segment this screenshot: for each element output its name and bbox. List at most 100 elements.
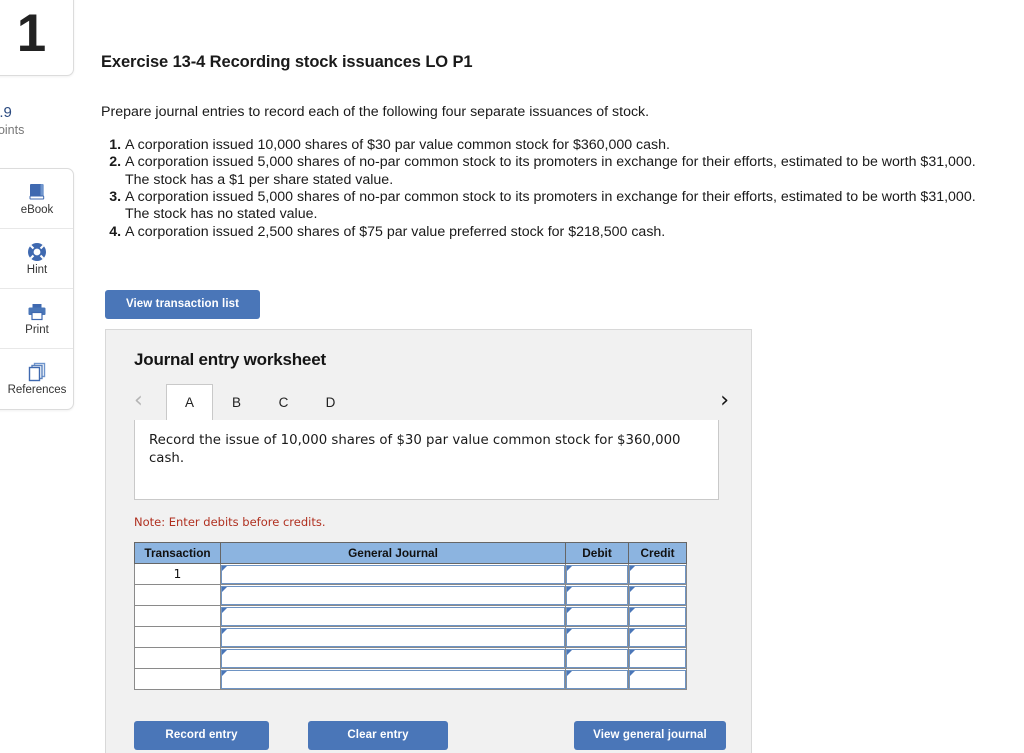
exercise-title: Exercise 13-4 Recording stock issuances … (101, 53, 473, 71)
cell-debit[interactable] (565, 563, 629, 585)
cell-credit[interactable] (628, 584, 687, 606)
tool-print[interactable]: Print (0, 289, 73, 349)
list-item: A corporation issued 5,000 shares of no-… (125, 154, 991, 189)
issuance-list: A corporation issued 10,000 shares of $3… (101, 137, 991, 241)
tool-hint[interactable]: Hint (0, 229, 73, 289)
cell-transaction: 1 (134, 563, 221, 585)
cell-transaction (134, 668, 221, 690)
question-number-card: 1 (0, 0, 74, 76)
cell-debit[interactable] (565, 668, 629, 690)
cell-general-journal[interactable] (220, 584, 566, 606)
col-credit: Credit (628, 542, 687, 564)
debit-input[interactable] (566, 648, 628, 668)
tab-d[interactable]: D (307, 384, 354, 420)
journal-entry-table: Transaction General Journal Debit Credit… (134, 542, 687, 690)
credit-input[interactable] (629, 585, 686, 605)
worksheet-description: Record the issue of 10,000 shares of $30… (149, 433, 681, 466)
credit-input[interactable] (629, 669, 686, 689)
debit-input[interactable] (566, 585, 628, 605)
tool-print-label: Print (25, 323, 49, 336)
cell-debit[interactable] (565, 626, 629, 648)
exercise-prompt: Prepare journal entries to record each o… (101, 104, 650, 120)
table-row (134, 605, 687, 627)
table-row: 1 (134, 563, 687, 585)
tool-hint-label: Hint (26, 263, 48, 276)
general-journal-input[interactable] (221, 648, 565, 668)
cell-credit[interactable] (628, 647, 687, 669)
lifebuoy-hint-icon (26, 241, 48, 263)
references-pages-icon (26, 361, 48, 383)
worksheet-tabs: A B C D (166, 384, 354, 420)
cell-debit[interactable] (565, 647, 629, 669)
question-number: 1 (16, 3, 47, 63)
cell-general-journal[interactable] (220, 563, 566, 585)
tab-a[interactable]: A (166, 384, 213, 420)
cell-general-journal[interactable] (220, 647, 566, 669)
tool-panel: eBook Hint Print References (0, 168, 74, 410)
next-tab-chevron-icon[interactable]: › (720, 386, 729, 416)
printer-icon (26, 301, 48, 323)
question-rail: 1 0.9 points eBook (0, 0, 75, 753)
view-transaction-list-button[interactable]: View transaction list (105, 290, 260, 319)
debit-input[interactable] (566, 564, 628, 584)
worksheet-description-box: Record the issue of 10,000 shares of $30… (134, 420, 719, 500)
list-item: A corporation issued 2,500 shares of $75… (125, 224, 991, 241)
transaction-number: 1 (173, 567, 182, 581)
credit-input[interactable] (629, 648, 686, 668)
debits-before-credits-note: Note: Enter debits before credits. (134, 515, 326, 529)
main-content: Exercise 13-4 Recording stock issuances … (100, 0, 1024, 753)
general-journal-input[interactable] (221, 669, 565, 689)
cell-credit[interactable] (628, 668, 687, 690)
general-journal-input[interactable] (221, 564, 565, 584)
cell-credit[interactable] (628, 626, 687, 648)
cell-credit[interactable] (628, 563, 687, 585)
cell-general-journal[interactable] (220, 605, 566, 627)
debit-input[interactable] (566, 606, 628, 626)
debit-input[interactable] (566, 669, 628, 689)
journal-table-head: Transaction General Journal Debit Credit (134, 542, 687, 564)
worksheet-tab-row: ‹ A B C D › (134, 384, 729, 420)
tool-references[interactable]: References (0, 349, 73, 409)
points-label: points (0, 123, 25, 138)
worksheet-title: Journal entry worksheet (134, 350, 326, 369)
journal-entry-worksheet-panel: Journal entry worksheet ‹ A B C D › Reco… (105, 329, 752, 753)
cell-debit[interactable] (565, 605, 629, 627)
table-row (134, 647, 687, 669)
tool-ebook-label: eBook (20, 203, 54, 216)
worksheet-button-row: Record entry Clear entry View general jo… (134, 721, 729, 751)
credit-input[interactable] (629, 606, 686, 626)
view-general-journal-button[interactable]: View general journal (574, 721, 726, 750)
credit-input[interactable] (629, 564, 686, 584)
table-row (134, 626, 687, 648)
prev-tab-chevron-icon[interactable]: ‹ (134, 386, 143, 416)
general-journal-input[interactable] (221, 627, 565, 647)
credit-input[interactable] (629, 627, 686, 647)
col-general-journal: General Journal (220, 542, 566, 564)
general-journal-input[interactable] (221, 606, 565, 626)
debit-input[interactable] (566, 627, 628, 647)
clear-entry-button[interactable]: Clear entry (308, 721, 448, 750)
cell-transaction (134, 647, 221, 669)
journal-table-body: 1 (134, 563, 687, 690)
points-value: 0.9 (0, 104, 12, 121)
col-debit: Debit (565, 542, 629, 564)
tab-b[interactable]: B (213, 384, 260, 420)
cell-credit[interactable] (628, 605, 687, 627)
table-row (134, 668, 687, 690)
cell-transaction (134, 584, 221, 606)
col-transaction: Transaction (134, 542, 221, 564)
list-item: A corporation issued 5,000 shares of no-… (125, 189, 991, 224)
general-journal-input[interactable] (221, 585, 565, 605)
cell-debit[interactable] (565, 584, 629, 606)
tool-ebook[interactable]: eBook (0, 169, 73, 229)
cell-transaction (134, 626, 221, 648)
record-entry-button[interactable]: Record entry (134, 721, 269, 750)
cell-general-journal[interactable] (220, 668, 566, 690)
tab-c[interactable]: C (260, 384, 307, 420)
table-row (134, 584, 687, 606)
cell-general-journal[interactable] (220, 626, 566, 648)
tool-references-label: References (7, 384, 67, 397)
cell-transaction (134, 605, 221, 627)
list-item: A corporation issued 10,000 shares of $3… (125, 137, 991, 154)
journal-header-row: Transaction General Journal Debit Credit (134, 542, 687, 564)
